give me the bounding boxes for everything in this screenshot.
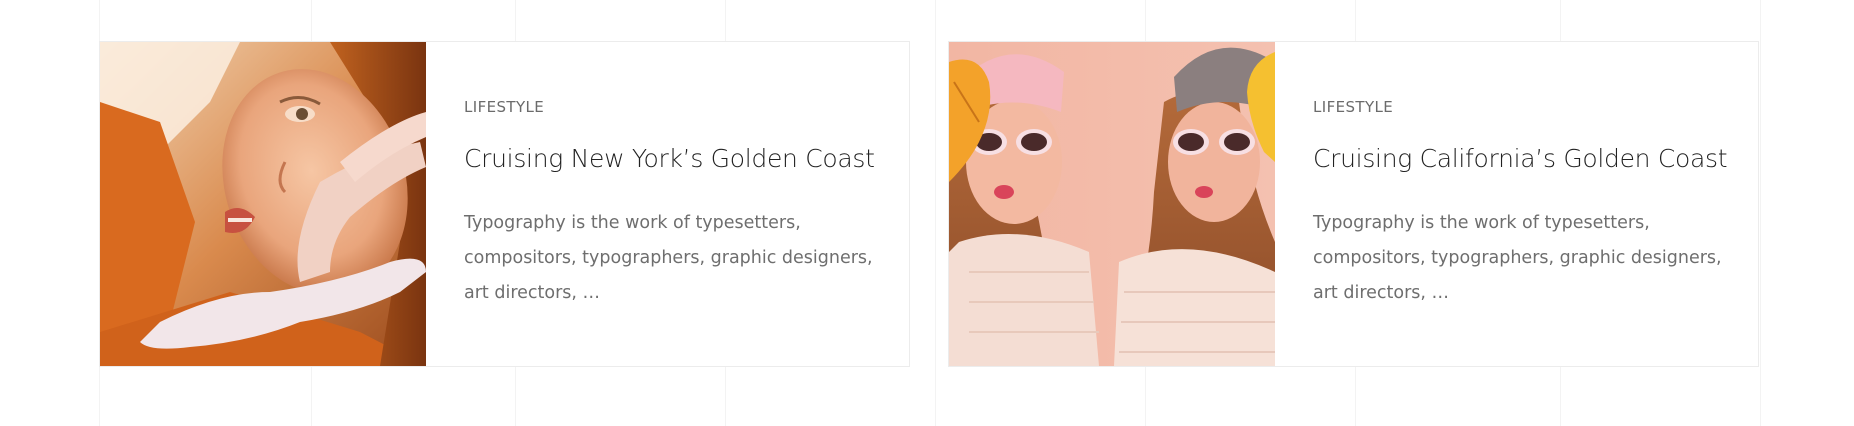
post-card: LIFESTYLE Cruising California’s Golden C… [948,41,1759,367]
background-grid-line [935,0,936,426]
post-card: LIFESTYLE Cruising New York’s Golden Coa… [99,41,910,367]
post-thumbnail-image [949,42,1275,366]
post-category-link[interactable]: LIFESTYLE [1313,97,1393,117]
post-thumbnail-link[interactable] [949,42,1275,366]
post-card-body: LIFESTYLE Cruising California’s Golden C… [1275,42,1758,366]
post-title-link[interactable]: Cruising California’s Golden Coast [1313,142,1728,176]
post-thumbnail-image [100,42,426,366]
post-title-link[interactable]: Cruising New York’s Golden Coast [464,142,879,176]
post-excerpt: Typography is the work of typesetters, c… [464,213,873,303]
post-category-link[interactable]: LIFESTYLE [464,97,544,117]
post-card-body: LIFESTYLE Cruising New York’s Golden Coa… [426,42,909,366]
background-grid-line [1760,0,1761,426]
blog-post-grid: LIFESTYLE Cruising New York’s Golden Coa… [0,0,1854,426]
post-thumbnail-link[interactable] [100,42,426,366]
post-excerpt: Typography is the work of typesetters, c… [1313,213,1722,303]
